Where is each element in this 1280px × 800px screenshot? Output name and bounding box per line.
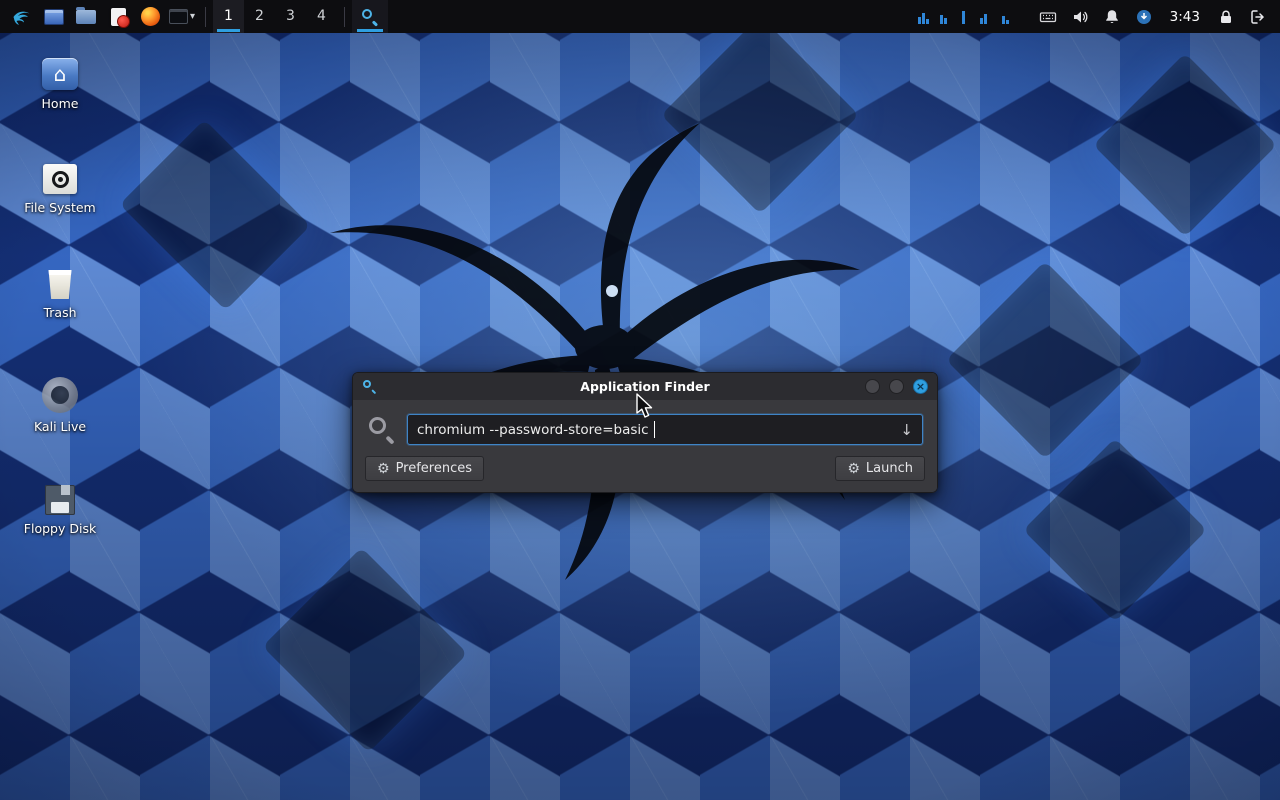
screen-lock-button[interactable] xyxy=(1210,2,1242,32)
terminal-icon xyxy=(169,9,188,24)
workspace-button-3[interactable]: 3 xyxy=(275,0,306,33)
lock-icon xyxy=(1217,8,1235,26)
house-glyph: ⌂ xyxy=(54,64,67,84)
firefox-launcher[interactable] xyxy=(134,2,166,32)
desktop-icon-kali-live[interactable]: Kali Live xyxy=(8,377,112,434)
desktop: ▾ 1 2 3 4 xyxy=(0,0,1280,800)
search-input[interactable]: chromium --password-store=basic ↓ xyxy=(407,414,923,445)
firefox-icon xyxy=(141,7,160,26)
notifications-plugin[interactable] xyxy=(1096,2,1128,32)
chevron-down-icon: ▾ xyxy=(190,12,195,22)
panel-separator xyxy=(344,7,345,27)
bell-icon xyxy=(1103,8,1121,26)
kali-live-disc-icon xyxy=(42,377,78,413)
taskbar-item-application-finder[interactable] xyxy=(352,0,388,33)
trash-can-icon xyxy=(47,270,73,299)
close-button[interactable]: × xyxy=(913,379,928,394)
text-editor-launcher[interactable] xyxy=(102,2,134,32)
folder-launcher[interactable] xyxy=(70,2,102,32)
application-finder-window: Application Finder × chromium --password… xyxy=(352,372,938,493)
desktop-icon-label: Floppy Disk xyxy=(24,521,96,536)
desktop-icon-file-system[interactable]: File System xyxy=(8,164,112,215)
speaker-icon xyxy=(1071,8,1089,26)
close-icon: × xyxy=(916,381,925,392)
mouse-cursor xyxy=(635,393,655,421)
preferences-button-label: Preferences xyxy=(396,461,472,476)
desktop-icon-trash[interactable]: Trash xyxy=(8,270,112,320)
window-title: Application Finder xyxy=(353,379,937,394)
search-input-value: chromium --password-store=basic xyxy=(417,422,653,438)
terminal-launcher[interactable]: ▾ xyxy=(166,2,198,32)
window-buttons: × xyxy=(865,379,928,394)
button-row: ⚙ Preferences ⚙ Launch xyxy=(363,456,927,482)
desktop-icon-label: Kali Live xyxy=(34,419,86,434)
clock[interactable]: 3:43 xyxy=(1160,9,1210,25)
desktop-icon-label: Home xyxy=(42,96,79,111)
update-arrow-icon xyxy=(1135,8,1153,26)
hard-disk-icon xyxy=(43,164,77,194)
keyboard-layout-indicator[interactable] xyxy=(1032,2,1064,32)
keyboard-icon xyxy=(1039,8,1057,26)
panel-tray: 3:43 xyxy=(916,2,1274,32)
gear-icon: ⚙ xyxy=(377,462,390,476)
history-dropdown-icon[interactable]: ↓ xyxy=(900,421,913,439)
volume-control[interactable] xyxy=(1064,2,1096,32)
home-icon: ⌂ xyxy=(42,58,78,90)
desktop-icon-label: File System xyxy=(24,200,96,215)
kali-menu-icon xyxy=(11,6,33,28)
logout-icon xyxy=(1249,8,1267,26)
search-icon xyxy=(368,416,396,444)
launch-button-label: Launch xyxy=(866,461,913,476)
cpu-graph-icon xyxy=(916,7,1016,27)
kali-dragon-logo xyxy=(260,85,920,605)
workspace-button-1[interactable]: 1 xyxy=(213,0,244,33)
floppy-disk-icon xyxy=(45,485,75,515)
folder-icon xyxy=(76,10,96,24)
application-finder-task-icon xyxy=(361,8,379,26)
workspace-button-2[interactable]: 2 xyxy=(244,0,275,33)
file-manager-icon xyxy=(44,9,64,25)
desktop-icon-floppy-disk[interactable]: Floppy Disk xyxy=(8,485,112,536)
logout-button[interactable] xyxy=(1242,2,1274,32)
panel-separator xyxy=(205,7,206,27)
workspace-switcher: 1 2 3 4 xyxy=(213,0,337,33)
top-panel: ▾ 1 2 3 4 xyxy=(0,0,1280,33)
system-monitor-widget[interactable] xyxy=(916,7,1016,27)
minimize-button[interactable] xyxy=(865,379,880,394)
disk-platter-glyph xyxy=(52,171,69,188)
file-manager-launcher[interactable] xyxy=(38,2,70,32)
text-cursor xyxy=(654,421,655,438)
desktop-icon-label: Trash xyxy=(43,305,76,320)
preferences-button[interactable]: ⚙ Preferences xyxy=(365,456,484,481)
updates-indicator[interactable] xyxy=(1128,2,1160,32)
launch-button[interactable]: ⚙ Launch xyxy=(835,456,925,481)
workspace-button-4[interactable]: 4 xyxy=(306,0,337,33)
desktop-icon-home[interactable]: ⌂ Home xyxy=(8,58,112,111)
text-editor-icon xyxy=(111,8,126,26)
applications-menu-button[interactable] xyxy=(6,2,38,32)
maximize-button[interactable] xyxy=(889,379,904,394)
launch-icon: ⚙ xyxy=(847,462,860,476)
